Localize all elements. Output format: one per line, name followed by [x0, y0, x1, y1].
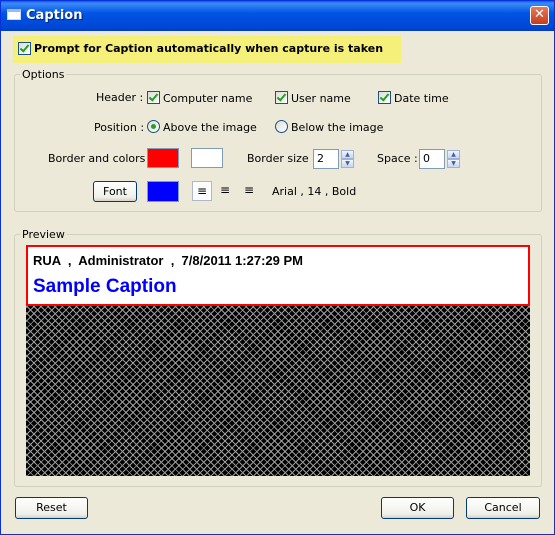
space-input[interactable]: 0 [419, 149, 445, 169]
align-right-icon[interactable]: ≡ [239, 181, 259, 201]
caption-text: Sample Caption [33, 276, 177, 297]
border-size-spinner[interactable]: ▲ ▼ [341, 150, 354, 168]
border-size-input[interactable]: 2 [313, 149, 339, 169]
border-color-swatch[interactable] [147, 148, 179, 168]
above-image-radio[interactable] [147, 120, 160, 133]
border-size-label: Border size : [247, 152, 316, 165]
below-image-label: Below the image [291, 121, 384, 134]
prompt-label: Prompt for Caption automatically when ca… [34, 42, 384, 55]
user-name-checkbox[interactable] [275, 91, 288, 104]
caption-header-text: RUA , Administrator , 7/8/2011 1:27:29 P… [33, 253, 303, 268]
preview-group-title: Preview [20, 228, 67, 241]
caption-preview: RUA , Administrator , 7/8/2011 1:27:29 P… [26, 245, 530, 306]
font-button[interactable]: Font [93, 181, 137, 202]
options-group-title: Options [20, 68, 67, 81]
prompt-checkbox[interactable] [18, 42, 31, 55]
spin-down-icon[interactable]: ▼ [341, 159, 354, 168]
date-time-checkbox[interactable] [378, 91, 391, 104]
below-image-radio[interactable] [275, 120, 288, 133]
space-spinner[interactable]: ▲ ▼ [447, 150, 460, 168]
align-left-icon[interactable]: ≡ [192, 181, 212, 201]
align-center-icon[interactable]: ≡ [215, 181, 235, 201]
window-title: Caption [26, 8, 83, 23]
cancel-button[interactable]: Cancel [466, 497, 540, 519]
spin-up-icon[interactable]: ▲ [447, 150, 460, 159]
computer-name-checkbox[interactable] [147, 91, 160, 104]
preview-image-area [26, 305, 530, 476]
font-summary: Arial , 14 , Bold [272, 185, 357, 198]
font-color-swatch[interactable] [147, 181, 179, 202]
reset-button[interactable]: Reset [15, 497, 88, 519]
header-label: Header : [96, 91, 144, 104]
caption-dialog: Caption ✕ Prompt for Caption automatical… [0, 0, 555, 535]
date-time-label: Date time [394, 92, 449, 105]
position-label: Position : [94, 121, 145, 134]
space-label: Space : [377, 152, 418, 165]
spin-up-icon[interactable]: ▲ [341, 150, 354, 159]
window-icon [7, 9, 21, 20]
above-image-label: Above the image [163, 121, 257, 134]
title-bar[interactable]: Caption ✕ [1, 1, 554, 31]
close-button[interactable]: ✕ [530, 6, 549, 25]
ok-button[interactable]: OK [381, 497, 454, 519]
spin-down-icon[interactable]: ▼ [447, 159, 460, 168]
background-color-swatch[interactable] [191, 148, 223, 168]
user-name-label: User name [291, 92, 351, 105]
border-colors-label: Border and colors : [48, 152, 153, 165]
computer-name-label: Computer name [163, 92, 253, 105]
